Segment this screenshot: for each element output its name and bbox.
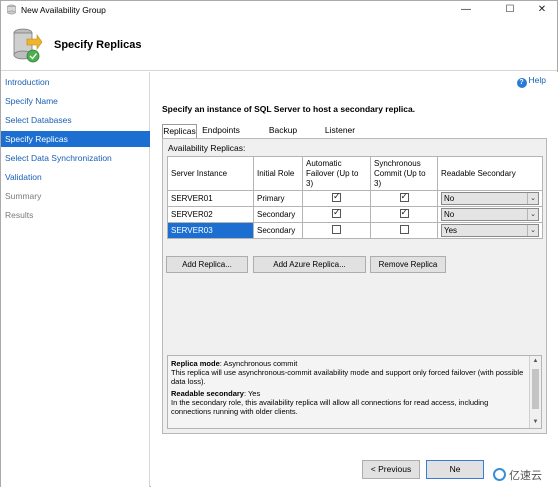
synchronous-commit-cell	[370, 190, 438, 207]
readable-secondary-value: Yes	[444, 226, 458, 235]
server-instance-cell[interactable]: SERVER01	[167, 190, 254, 207]
replicas-panel: Availability Replicas: Server Instance I…	[162, 138, 547, 434]
automatic-failover-checkbox[interactable]	[332, 208, 341, 218]
header-automatic-failover: Automatic Failover (Up to 3)	[302, 156, 371, 191]
initial-role-cell: Secondary	[253, 206, 303, 223]
replica-mode-description: This replica will use asynchronous-commi…	[171, 368, 524, 386]
sidebar-item-specify-name[interactable]: Specify Name	[1, 93, 150, 109]
readable-secondary-info-value: : Yes	[243, 389, 261, 398]
initial-role-cell: Primary	[253, 190, 303, 207]
info-scrollbar[interactable]: ▲ ▼	[529, 356, 541, 428]
help-icon: ?	[516, 78, 527, 88]
readable-secondary-description: In the secondary role, this availability…	[171, 398, 489, 416]
scroll-down-icon[interactable]: ▼	[530, 417, 541, 428]
title-bar: New Availability Group — ☐ ✕	[1, 1, 557, 19]
maximize-button[interactable]: ☐	[497, 1, 523, 19]
watermark-text: 亿速云	[509, 470, 542, 482]
readable-secondary-value: No	[444, 210, 455, 219]
grid-header-row: Server Instance Initial Role Automatic F…	[167, 156, 543, 191]
watermark: 亿速云	[491, 467, 557, 485]
add-azure-replica-button[interactable]: Add Azure Replica...	[253, 256, 366, 273]
add-replica-button[interactable]: Add Replica...	[166, 256, 248, 273]
chevron-down-icon: ⌄	[527, 225, 538, 236]
sidebar-item-introduction[interactable]: Introduction	[1, 74, 150, 90]
readable-secondary-label: Readable secondary	[171, 389, 244, 398]
header-initial-role: Initial Role	[253, 156, 303, 191]
scroll-up-icon[interactable]: ▲	[530, 356, 541, 367]
help-link[interactable]: ? Help	[516, 75, 546, 88]
table-row[interactable]: SERVER02 Secondary No ⌄	[167, 206, 543, 223]
sidebar-item-select-data-synchronization[interactable]: Select Data Synchronization	[1, 150, 150, 166]
table-row[interactable]: SERVER03 Secondary Yes ⌄	[167, 222, 543, 239]
sidebar-item-results: Results	[5, 210, 34, 220]
minimize-button[interactable]: —	[453, 1, 479, 19]
sidebar-item-specify-replicas[interactable]: Specify Replicas	[1, 131, 150, 147]
remove-replica-button[interactable]: Remove Replica	[370, 256, 446, 273]
database-replica-icon	[13, 28, 43, 63]
synchronous-commit-cell	[370, 206, 438, 223]
window-title: New Availability Group	[21, 5, 106, 15]
readable-secondary-cell: No ⌄	[437, 190, 543, 207]
automatic-failover-checkbox[interactable]	[332, 225, 341, 234]
replicas-grid: Server Instance Initial Role Automatic F…	[167, 156, 543, 239]
next-button[interactable]: Ne	[426, 460, 484, 479]
chevron-down-icon: ⌄	[527, 193, 538, 204]
scroll-thumb[interactable]	[532, 369, 539, 409]
replica-info-box: Replica mode: Asynchronous commit This re…	[167, 355, 542, 429]
synchronous-commit-cell	[370, 222, 438, 239]
watermark-logo-icon	[493, 468, 506, 481]
table-row[interactable]: SERVER01 Primary No ⌄	[167, 190, 543, 207]
replica-mode-value: : Asynchronous commit	[219, 359, 298, 368]
tab-endpoints[interactable]: Endpoints	[200, 124, 242, 138]
replica-mode-label: Replica mode	[171, 359, 220, 368]
instruction-text: Specify an instance of SQL Server to hos…	[162, 104, 416, 114]
header-readable-secondary: Readable Secondary	[437, 156, 543, 191]
chevron-down-icon: ⌄	[527, 209, 538, 220]
synchronous-commit-checkbox[interactable]	[399, 225, 409, 234]
automatic-failover-cell	[302, 222, 371, 239]
sidebar-item-validation[interactable]: Validation	[1, 169, 150, 185]
sidebar-item-select-databases[interactable]: Select Databases	[1, 112, 150, 128]
header-synchronous-commit: Synchronous Commit (Up to 3)	[370, 156, 438, 191]
tab-backup-preferences[interactable]: Backup Preferences	[245, 124, 321, 148]
help-label: Help	[528, 75, 546, 85]
close-button[interactable]: ✕	[529, 1, 555, 19]
server-instance-cell[interactable]: SERVER03	[167, 222, 254, 239]
wizard-window: New Availability Group — ☐ ✕ Specify Rep…	[0, 0, 558, 487]
tab-listener[interactable]: Listener	[323, 124, 357, 138]
readable-secondary-select[interactable]: Yes ⌄	[441, 224, 539, 237]
wizard-header: Specify Replicas	[1, 19, 557, 71]
page-title: Specify Replicas	[54, 39, 142, 51]
automatic-failover-cell	[302, 206, 371, 223]
readable-secondary-value: No	[444, 194, 455, 203]
automatic-failover-checkbox[interactable]	[332, 192, 341, 202]
main-content: ? Help Specify an instance of SQL Server …	[151, 72, 558, 487]
initial-role-cell: Secondary	[253, 222, 303, 239]
sidebar-item-summary: Summary	[5, 191, 42, 201]
server-instance-cell[interactable]: SERVER02	[167, 206, 254, 223]
readable-secondary-select[interactable]: No ⌄	[441, 192, 539, 205]
availability-replicas-label: Availability Replicas:	[168, 143, 246, 153]
previous-button[interactable]: < Previous	[362, 460, 420, 479]
readable-secondary-cell: Yes ⌄	[437, 222, 543, 239]
header-server-instance: Server Instance	[167, 156, 254, 191]
automatic-failover-cell	[302, 190, 371, 207]
wizard-sidebar: Introduction Specify Name Select Databas…	[1, 72, 150, 487]
synchronous-commit-checkbox[interactable]	[399, 192, 409, 202]
readable-secondary-cell: No ⌄	[437, 206, 543, 223]
readable-secondary-select[interactable]: No ⌄	[441, 208, 539, 221]
tab-replicas[interactable]: Replicas	[162, 124, 197, 139]
synchronous-commit-checkbox[interactable]	[399, 208, 409, 218]
app-icon	[7, 4, 16, 15]
replica-info-text: Replica mode: Asynchronous commit This re…	[171, 359, 526, 419]
